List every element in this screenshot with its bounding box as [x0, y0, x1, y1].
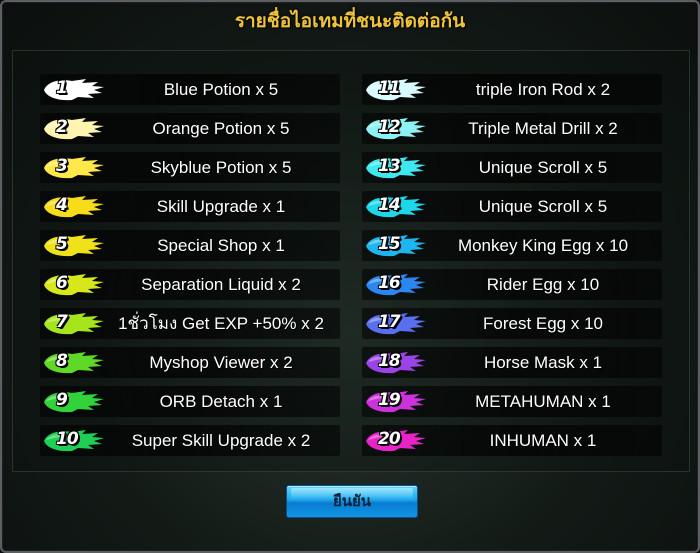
item-row-19: 19 METAHUMAN x 1: [362, 382, 662, 421]
rank-badge-icon: 1: [42, 76, 106, 103]
rank-number: 13: [378, 156, 401, 176]
item-label: ORB Detach x 1: [159, 392, 283, 411]
item-row-20: 20 INHUMAN x 1: [362, 421, 662, 460]
item-row-2: 2 Orange Potion x 5: [40, 109, 340, 148]
item-row-15: 15 Monkey King Egg x 10: [362, 226, 662, 265]
item-row-1: 1 Blue Potion x 5: [40, 70, 340, 109]
rank-number: 20: [378, 429, 401, 449]
rank-badge-icon: 2: [42, 115, 106, 142]
item-column-left: 1 Blue Potion x 5 2 Orange Potion x 5 3 Skybl…: [40, 70, 340, 460]
item-row-17: 17 Forest Egg x 10: [362, 304, 662, 343]
rank-number: 16: [378, 273, 401, 293]
rank-number: 10: [56, 429, 79, 449]
item-row-18: 18 Horse Mask x 1: [362, 343, 662, 382]
item-label: 1ชั่วโมง Get EXP +50% x 2: [118, 314, 324, 333]
rank-number: 14: [378, 195, 401, 215]
rank-badge-icon: 17: [364, 310, 428, 337]
rank-badge-icon: 4: [42, 193, 106, 220]
confirm-button-label: ยืนยัน: [332, 493, 372, 510]
rank-number: 11: [378, 78, 401, 98]
item-row-3: 3 Skyblue Potion x 5: [40, 148, 340, 187]
item-label: Monkey King Egg x 10: [457, 236, 629, 255]
item-row-13: 13 Unique Scroll x 5: [362, 148, 662, 187]
rank-number: 7: [56, 312, 68, 332]
item-label: Skyblue Potion x 5: [150, 158, 292, 177]
rank-badge-icon: 16: [364, 271, 428, 298]
item-row-12: 12 Triple Metal Drill x 2: [362, 109, 662, 148]
rank-badge-icon: 15: [364, 232, 428, 259]
rank-badge-icon: 11: [364, 76, 428, 103]
rank-number: 2: [56, 117, 68, 137]
item-row-14: 14 Unique Scroll x 5: [362, 187, 662, 226]
item-label: Orange Potion x 5: [152, 119, 290, 138]
item-label: Super Skill Upgrade x 2: [131, 431, 311, 450]
item-label: Special Shop x 1: [157, 236, 285, 255]
confirm-button[interactable]: ยืนยัน: [286, 485, 418, 518]
item-label: INHUMAN x 1: [489, 431, 597, 450]
item-label: Unique Scroll x 5: [478, 197, 608, 216]
item-row-5: 5 Special Shop x 1: [40, 226, 340, 265]
rank-number: 12: [378, 117, 401, 137]
item-row-6: 6 Separation Liquid x 2: [40, 265, 340, 304]
rank-number: 5: [56, 234, 68, 254]
item-list-dialog: รายชื่อไอเทมที่ชนะติดต่อกัน 1 Blue Potion…: [0, 0, 700, 553]
rank-badge-icon: 20: [364, 427, 428, 454]
item-row-11: 11 triple Iron Rod x 2: [362, 70, 662, 109]
rank-badge-icon: 6: [42, 271, 106, 298]
rank-number: 17: [378, 312, 401, 332]
rank-number: 15: [378, 234, 401, 254]
item-label: Forest Egg x 10: [482, 314, 603, 333]
rank-badge-icon: 14: [364, 193, 428, 220]
rank-number: 1: [56, 78, 68, 98]
rank-badge-icon: 18: [364, 349, 428, 376]
rank-badge-icon: 8: [42, 349, 106, 376]
rank-number: 4: [56, 195, 68, 215]
item-row-10: 10 Super Skill Upgrade x 2: [40, 421, 340, 460]
rank-number: 19: [378, 390, 401, 410]
rank-badge-icon: 12: [364, 115, 428, 142]
dialog-title: รายชื่อไอเทมที่ชนะติดต่อกัน: [234, 11, 466, 32]
item-row-4: 4 Skill Upgrade x 1: [40, 187, 340, 226]
item-row-16: 16 Rider Egg x 10: [362, 265, 662, 304]
item-label: Horse Mask x 1: [483, 353, 603, 372]
rank-badge-icon: 3: [42, 154, 106, 181]
item-row-8: 8 Myshop Viewer x 2: [40, 343, 340, 382]
rank-badge-icon: 5: [42, 232, 106, 259]
item-row-7: 7 1ชั่วโมง Get EXP +50% x 2: [40, 304, 340, 343]
rank-number: 3: [56, 156, 68, 176]
rank-number: 6: [56, 273, 68, 293]
rank-number: 18: [378, 351, 401, 371]
item-label: Myshop Viewer x 2: [149, 353, 293, 372]
item-label: triple Iron Rod x 2: [475, 80, 611, 99]
rank-badge-icon: 19: [364, 388, 428, 415]
rank-number: 8: [56, 351, 68, 371]
rank-badge-icon: 13: [364, 154, 428, 181]
item-label: METAHUMAN x 1: [475, 392, 611, 411]
rank-badge-icon: 7: [42, 310, 106, 337]
item-label: Rider Egg x 10: [486, 275, 600, 294]
item-label: Blue Potion x 5: [163, 80, 279, 99]
item-label: Separation Liquid x 2: [141, 275, 301, 294]
item-label: Triple Metal Drill x 2: [468, 119, 618, 138]
rank-number: 9: [56, 390, 68, 410]
item-row-9: 9 ORB Detach x 1: [40, 382, 340, 421]
item-label: Skill Upgrade x 1: [156, 197, 286, 216]
rank-badge-icon: 9: [42, 388, 106, 415]
item-label: Unique Scroll x 5: [478, 158, 608, 177]
item-column-right: 11 triple Iron Rod x 2 12 Triple Metal Dril…: [362, 70, 662, 460]
rank-badge-icon: 10: [42, 427, 106, 454]
